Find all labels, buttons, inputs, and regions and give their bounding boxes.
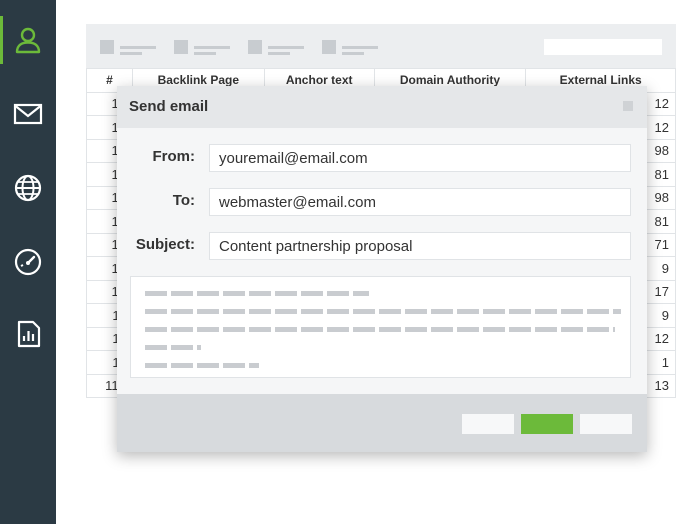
- cancel-button[interactable]: [580, 414, 632, 434]
- toolbar-button-2[interactable]: [174, 40, 230, 55]
- sidebar-item-reports[interactable]: [0, 310, 56, 358]
- toolbar-button-1[interactable]: [100, 40, 156, 55]
- dialog-title: Send email: [129, 98, 209, 115]
- table-toolbar: [86, 24, 676, 68]
- mail-icon: [13, 103, 43, 125]
- report-icon: [17, 320, 41, 348]
- dialog-header: Send email: [117, 86, 647, 128]
- message-text-line: [145, 327, 615, 332]
- sidebar-item-user[interactable]: [0, 16, 56, 64]
- to-field[interactable]: [209, 188, 631, 216]
- message-text-line: [145, 309, 621, 314]
- toolbar-button-3[interactable]: [248, 40, 304, 55]
- sidebar-item-mail[interactable]: [0, 90, 56, 138]
- sidebar-item-globe[interactable]: [0, 164, 56, 212]
- message-text-line: [145, 363, 259, 368]
- subject-field[interactable]: [209, 232, 631, 260]
- table-search-input[interactable]: [544, 39, 662, 55]
- to-label: To:: [172, 192, 195, 209]
- message-text-line: [145, 291, 369, 296]
- user-icon: [15, 27, 41, 54]
- sidebar-item-dashboard[interactable]: [0, 238, 56, 286]
- dialog-body: From: To: Subject:: [117, 128, 647, 394]
- from-field[interactable]: [209, 144, 631, 172]
- speedometer-icon: [14, 248, 42, 276]
- message-body-textarea[interactable]: [130, 276, 631, 378]
- toolbar-button-4[interactable]: [322, 40, 378, 55]
- secondary-button[interactable]: [462, 414, 514, 434]
- message-text-line: [145, 345, 201, 350]
- close-icon[interactable]: [623, 101, 633, 111]
- subject-label: Subject:: [135, 236, 195, 253]
- send-email-dialog: Send email From: To: Subject:: [117, 86, 647, 452]
- dialog-footer: [117, 394, 647, 452]
- globe-icon: [14, 174, 42, 202]
- send-button[interactable]: [521, 414, 573, 434]
- sidebar: [0, 0, 56, 524]
- from-label: From:: [152, 148, 196, 165]
